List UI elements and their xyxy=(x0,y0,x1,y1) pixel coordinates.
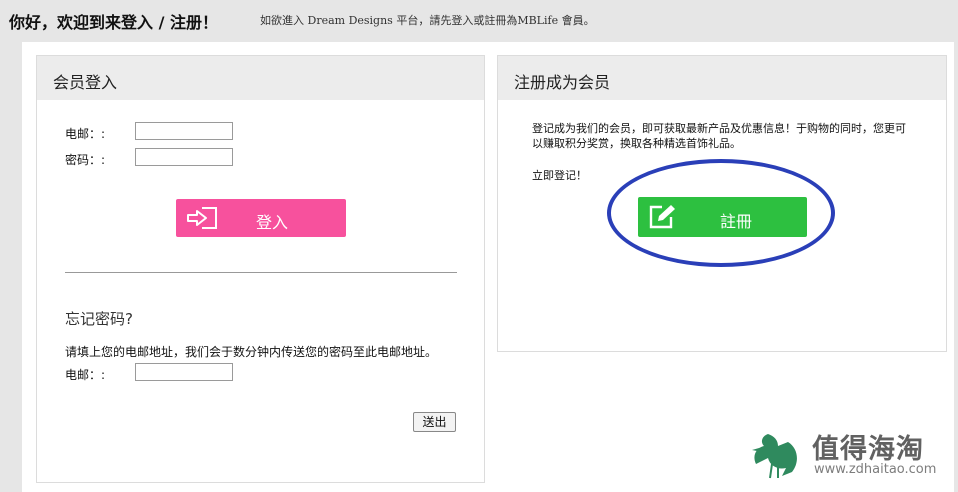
login-button-label: 登入 xyxy=(256,213,289,232)
login-panel-title: 会员登入 xyxy=(53,73,118,92)
password-input[interactable] xyxy=(135,148,233,166)
password-label: 密码：: xyxy=(65,153,106,167)
login-panel-header: 会员登入 xyxy=(37,56,484,100)
login-button[interactable]: 登入 xyxy=(176,199,346,237)
register-button-label: 註冊 xyxy=(720,212,753,231)
register-panel-header: 注册成为会员 xyxy=(498,56,946,100)
section-divider xyxy=(65,272,457,273)
page-subtitle: 如欲進入 Dream Designs 平台，請先登入或註冊為MBLife 會員。 xyxy=(260,14,595,27)
register-panel-title: 注册成为会员 xyxy=(514,73,611,92)
page-title: 你好，欢迎到来登入 / 注册！ xyxy=(9,13,218,32)
forgot-password-instruction: 请填上您的电邮地址，我们会于数分钟内传送您的密码至此电邮地址。 xyxy=(65,345,438,359)
register-description: 登记成为我们的会员，即可获取最新产品及优惠信息！于购物的同时，您更可以赚取积分奖… xyxy=(532,122,906,150)
email-label: 电邮：: xyxy=(65,127,106,141)
top-header-bar: 你好，欢迎到来登入 / 注册！ 如欲進入 Dream Designs 平台，請先… xyxy=(0,0,958,42)
send-button[interactable]: 送出 xyxy=(413,412,456,432)
register-panel: 注册成为会员 登记成为我们的会员，即可获取最新产品及优惠信息！于购物的同时，您更… xyxy=(497,55,947,352)
login-panel: 会员登入 电邮：: 密码：: 登入 忘记密码? 请填上您的电邮地址，我们会于数分… xyxy=(36,55,485,483)
left-gray-strip xyxy=(0,42,22,492)
edit-pencil-icon xyxy=(649,205,675,229)
forgot-email-label: 电邮：: xyxy=(65,368,106,382)
email-input[interactable] xyxy=(135,122,233,140)
bird-logo-icon xyxy=(752,434,797,479)
watermark-url: www.zdhaitao.com xyxy=(814,462,937,477)
register-button[interactable]: 註冊 xyxy=(638,197,807,237)
forgot-password-title: 忘记密码? xyxy=(65,310,133,328)
forgot-email-input[interactable] xyxy=(135,363,233,381)
right-gray-strip xyxy=(954,42,958,492)
login-arrow-icon xyxy=(187,207,217,229)
register-now-label: 立即登记！ xyxy=(532,169,587,182)
watermark-name: 值得海淘 xyxy=(812,434,924,465)
